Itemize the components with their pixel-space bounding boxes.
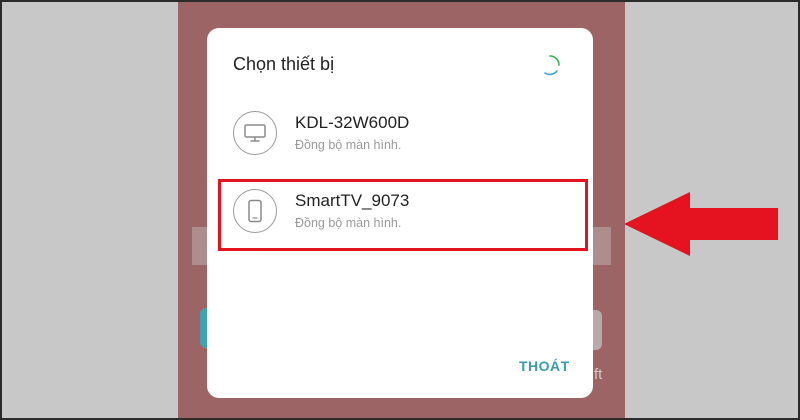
background-button-right — [592, 310, 602, 350]
background-partial-text: ft — [594, 366, 603, 383]
device-item-kdl-32w600d[interactable]: KDL-32W600D Đồng bộ màn hình. — [223, 100, 577, 166]
tv-icon — [233, 111, 277, 155]
highlight-box — [218, 179, 588, 251]
device-name: KDL-32W600D — [295, 113, 410, 132]
device-status: Đồng bộ màn hình. — [295, 138, 402, 152]
red-arrow-left-icon — [624, 192, 778, 256]
exit-button[interactable]: THOÁT — [519, 358, 570, 374]
loading-spinner-icon — [544, 55, 560, 76]
dialog-title: Chọn thiết bị — [233, 54, 335, 74]
